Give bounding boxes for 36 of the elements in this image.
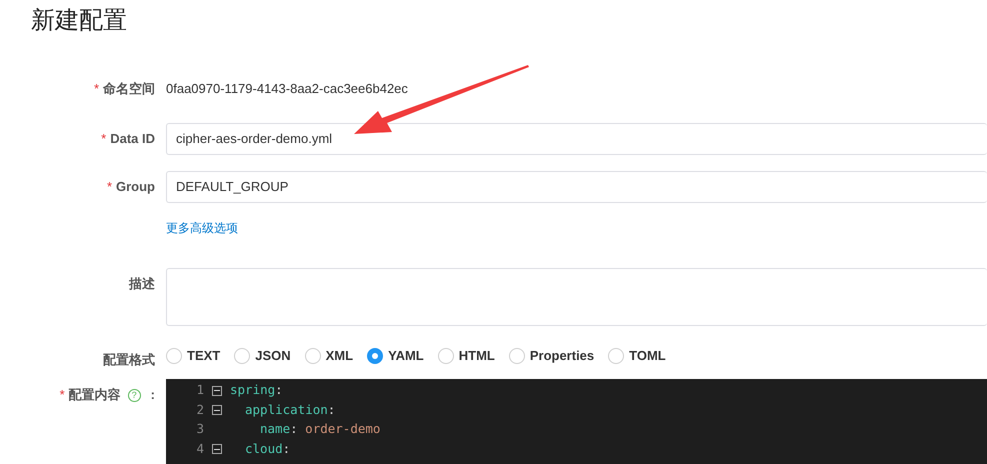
format-radio[interactable]: YAML — [367, 346, 424, 366]
format-radio[interactable]: XML — [304, 346, 354, 366]
field-label: 描述 — [129, 275, 155, 293]
required-mark: * — [101, 130, 106, 148]
field-label: 命名空间 — [103, 80, 155, 98]
fold-icon[interactable] — [212, 405, 222, 416]
label-colon: : — [150, 386, 155, 404]
required-mark: * — [60, 386, 65, 404]
code-editor[interactable]: 1 spring: 2 application: 3 name: order-demo 4 cloud: — [166, 379, 987, 464]
format-radio[interactable]: JSON — [234, 346, 291, 366]
line-number: 3 — [195, 420, 204, 438]
field-label: Group — [116, 178, 155, 196]
data-id-field[interactable]: cipher-aes-order-demo.yml — [166, 123, 987, 155]
description-field[interactable] — [166, 268, 987, 326]
advanced-options-link[interactable]: 更多高级选项 — [166, 221, 238, 235]
required-mark: * — [94, 80, 99, 98]
format-radio[interactable]: Properties — [508, 346, 594, 366]
code-line: application: — [244, 400, 336, 419]
page-title: 新建配置 — [31, 6, 127, 36]
field-label: Data ID — [110, 130, 155, 148]
line-number: 4 — [195, 440, 204, 458]
field-label: 配置内容 — [68, 386, 121, 404]
format-radio[interactable]: TOML — [608, 346, 666, 366]
code-line: spring: — [230, 381, 283, 400]
fold-icon[interactable] — [212, 444, 222, 454]
format-radio[interactable]: TEXT — [166, 346, 220, 366]
group-field[interactable]: DEFAULT_GROUP — [166, 171, 987, 203]
namespace-value: 0faa0970-1179-4143-8aa2-cac3ee6b42ec — [166, 80, 409, 98]
code-line: cloud: — [244, 440, 290, 458]
line-number: 1 — [195, 381, 204, 400]
required-mark: * — [106, 178, 112, 196]
format-radio[interactable]: HTML — [438, 346, 495, 366]
line-number: 2 — [195, 400, 204, 419]
code-line: name: order-demo — [259, 420, 380, 438]
field-label: 配置格式 — [103, 351, 155, 369]
fold-icon[interactable] — [212, 386, 222, 396]
